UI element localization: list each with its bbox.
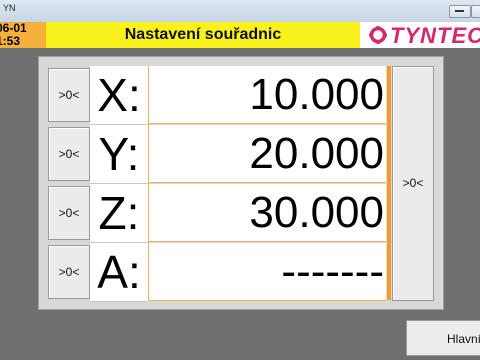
axis-row-z: Z: 30.000 (90, 184, 390, 243)
main-menu-button[interactable]: Hlavní (406, 320, 480, 356)
zero-z-button[interactable]: >0< (48, 186, 90, 240)
axis-row-a: A: ------- (90, 243, 390, 302)
axis-label-a: A: (90, 243, 148, 302)
zero-a-button[interactable]: >0< (48, 245, 90, 299)
window-titlebar: YN (0, 0, 480, 22)
page-title: Nastavení souřadnic (124, 26, 282, 43)
datetime-display: -06-01 -1:53 (0, 22, 46, 48)
window-title: YN (3, 3, 16, 13)
axis-value-z: 30.000 (149, 184, 386, 242)
axis-value-y: 20.000 (149, 125, 386, 183)
minimize-button[interactable] (449, 5, 471, 18)
axis-value-x: 10.000 (149, 66, 386, 124)
maximize-button[interactable] (471, 5, 480, 18)
axis-label-z: Z: (90, 184, 148, 243)
axis-value-a: ------- (149, 243, 386, 301)
axis-row-y: Y: 20.000 (90, 125, 390, 184)
column-divider (148, 66, 149, 300)
axis-label-y: Y: (90, 125, 148, 184)
logo-text: TYNTEC (390, 23, 480, 48)
zero-y-button[interactable]: >0< (48, 127, 90, 181)
logo-ring-icon (369, 26, 387, 44)
brand-logo: TYNTEC (360, 22, 480, 48)
zero-all-button[interactable]: >0< (392, 66, 434, 301)
minimize-icon (455, 10, 464, 12)
zero-x-button[interactable]: >0< (48, 68, 90, 122)
time-text: -1:53 (0, 34, 21, 48)
accent-bar (387, 66, 391, 300)
axis-row-x: X: 10.000 (90, 66, 390, 125)
axis-label-x: X: (90, 66, 148, 125)
